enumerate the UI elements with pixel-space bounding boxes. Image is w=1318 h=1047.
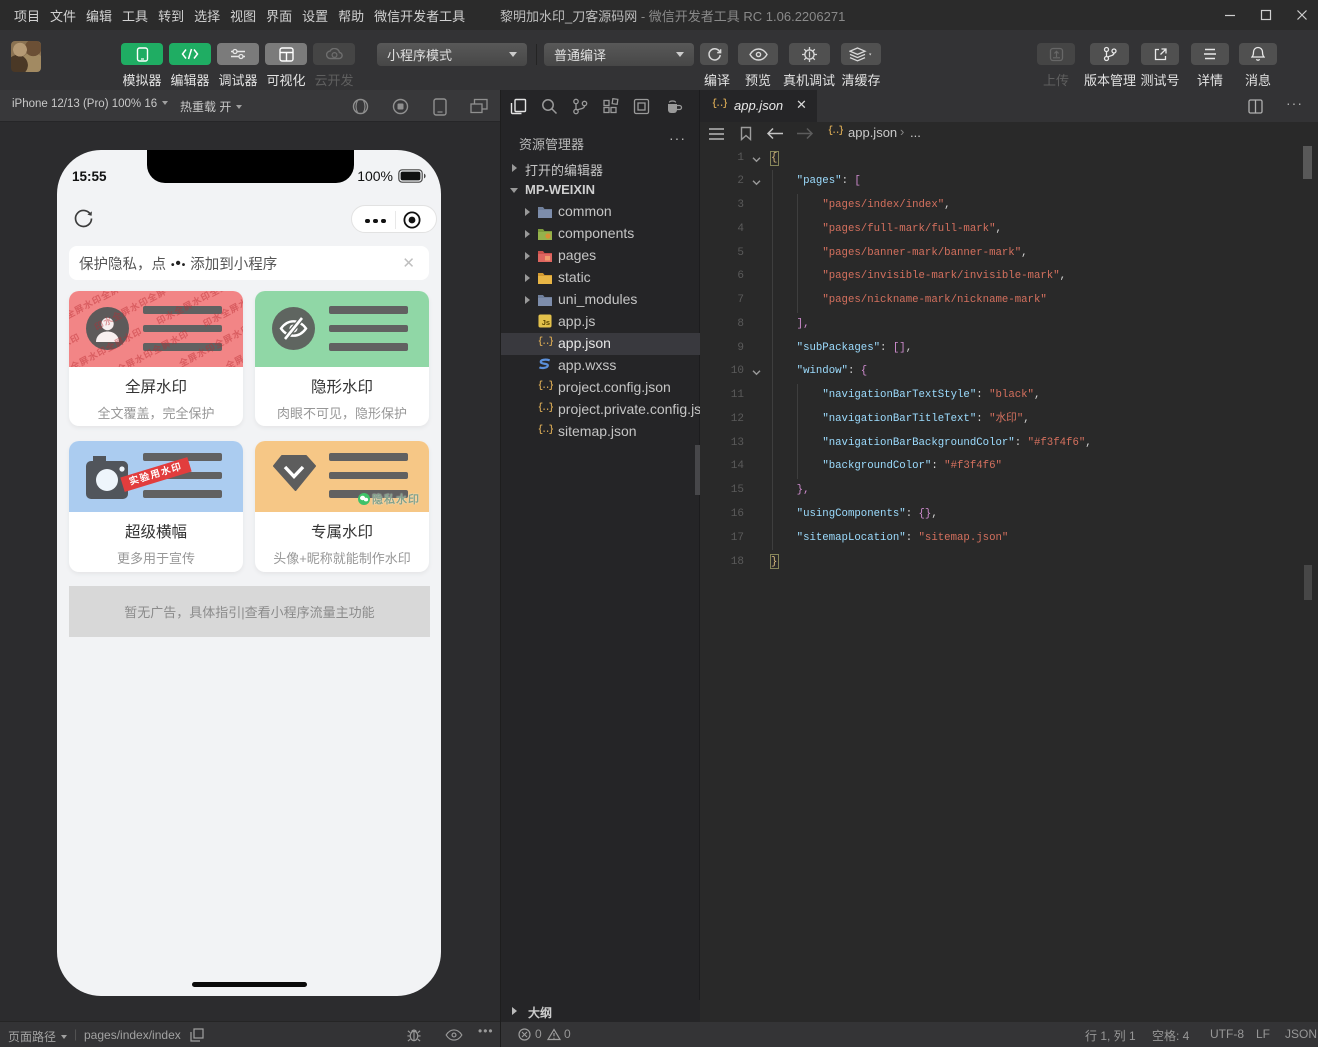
svg-text:Js: Js <box>542 318 550 327</box>
